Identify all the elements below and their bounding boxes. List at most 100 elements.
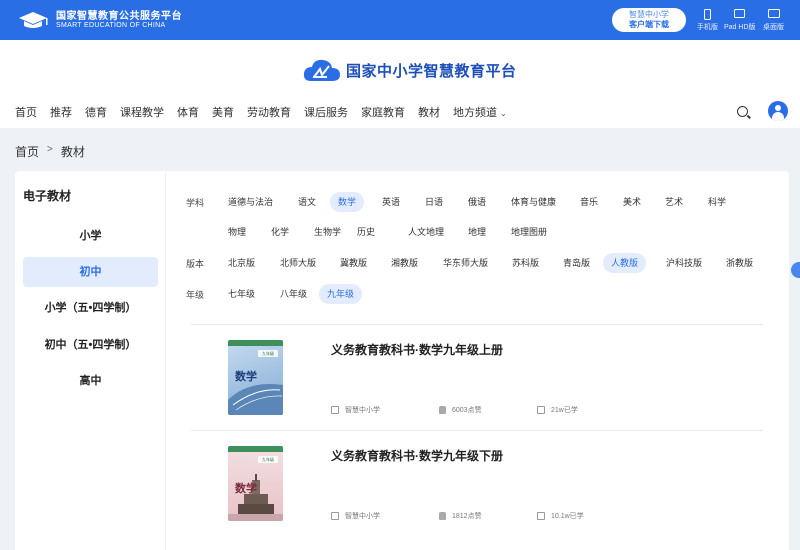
search-icon[interactable] (737, 106, 748, 117)
edition-chip[interactable]: 青岛版 (555, 253, 598, 273)
nav-recommend[interactable]: 推荐 (50, 104, 72, 120)
breadcrumb: 首页 > 教材 (15, 143, 85, 160)
breadcrumb-home[interactable]: 首页 (15, 143, 39, 160)
nav-local-channel[interactable]: 地方频道 ⌄ (453, 104, 507, 120)
thumbs-up-icon (439, 406, 446, 414)
book-card[interactable]: 数学 九年级 义务教育教科书·数学九年级上册 智慧中小学 6003点赞 21w已… (191, 325, 763, 430)
book-cover[interactable]: 数学 九年级 (228, 340, 283, 415)
nav-home[interactable]: 首页 (15, 104, 37, 120)
subject-chip[interactable]: 化学 (263, 222, 297, 242)
edition-chip[interactable]: 北师大版 (272, 253, 324, 273)
cover-title: 数学 (235, 482, 257, 495)
subject-chip[interactable]: 美术 (615, 192, 649, 212)
client-download-button[interactable]: 智慧中小学 客户端下载 (612, 8, 686, 32)
subject-chip[interactable]: 音乐 (572, 192, 606, 212)
nav-textbooks[interactable]: 教材 (418, 104, 440, 120)
book-card[interactable]: 数学 九年级 义务教育教科书·数学九年级下册 智慧中小学 1812点赞 10.1… (191, 431, 763, 536)
book-learners: 10.1w已学 (537, 511, 584, 521)
brand-logo-icon (16, 8, 50, 32)
subject-chip[interactable]: 日语 (417, 192, 451, 212)
cover-title: 数学 (235, 370, 257, 383)
edition-chip[interactable]: 沪科技版 (658, 253, 710, 273)
nav-arts[interactable]: 美育 (212, 104, 234, 120)
category-sidebar: 电子教材 小学 初中 小学（五•四学制） 初中（五•四学制） 高中 (15, 171, 165, 550)
thumbs-up-icon (439, 512, 446, 520)
grade-chip[interactable]: 八年级 (272, 284, 315, 304)
main-nav: 首页 推荐 德育 课程教学 体育 美育 劳动教育 课后服务 家庭教育 教材 地方… (15, 104, 520, 120)
nav-pe[interactable]: 体育 (177, 104, 199, 120)
book-source-label: 智慧中小学 (345, 407, 380, 414)
edition-chip[interactable]: 北京版 (220, 253, 263, 273)
book-title[interactable]: 义务教育教科书·数学九年级上册 (331, 341, 503, 358)
subject-chip[interactable]: 道德与法治 (220, 192, 281, 212)
book-source: 智慧中小学 (331, 511, 380, 521)
edition-chip[interactable]: 湘教版 (383, 253, 426, 273)
book-likes: 6003点赞 (439, 405, 482, 415)
subject-chip[interactable]: 俄语 (460, 192, 494, 212)
subject-chip[interactable]: 英语 (374, 192, 408, 212)
desktop-version-label: 桌面版 (763, 24, 784, 31)
site-logo[interactable]: 国家中小学智慧教育平台 (302, 55, 517, 85)
book-title[interactable]: 义务教育教科书·数学九年级下册 (331, 447, 503, 464)
edition-chip[interactable]: 冀教版 (332, 253, 375, 273)
nav-labor[interactable]: 劳动教育 (247, 104, 291, 120)
book-likes-count: 6003点赞 (452, 407, 482, 414)
learned-icon (537, 512, 545, 520)
sidebar-item-senior[interactable]: 高中 (23, 366, 158, 396)
nav-local-channel-label: 地方频道 (453, 107, 497, 119)
cover-grade-badge: 九年级 (262, 351, 274, 356)
nav-moral[interactable]: 德育 (85, 104, 107, 120)
book-source: 智慧中小学 (331, 405, 380, 415)
mobile-version-link[interactable]: 手机版 (697, 9, 718, 32)
sidebar-item-junior[interactable]: 初中 (23, 257, 158, 287)
top-bar: 国家智慧教育公共服务平台 SMART EDUCATION OF CHINA 智慧… (0, 0, 800, 40)
grade-filter-row: 年级 七年级 八年级 九年级 (186, 284, 776, 304)
subject-chip-selected[interactable]: 数学 (330, 192, 365, 212)
sidebar-item-primary-54[interactable]: 小学（五•四学制） (23, 293, 158, 323)
subject-filter-row-2: 物理 化学 生物学 历史 人文地理 地理 地理图册 (186, 222, 776, 242)
subject-chip[interactable]: 艺术 (657, 192, 691, 212)
book-source-label: 智慧中小学 (345, 513, 380, 520)
cloud-book-icon (303, 59, 340, 81)
brand-name-en: SMART EDUCATION OF CHINA (56, 21, 166, 29)
edition-chip[interactable]: 苏科版 (504, 253, 547, 273)
edition-chip[interactable]: 华东师大版 (435, 253, 496, 273)
edition-chip-selected[interactable]: 人教版 (603, 253, 647, 273)
subject-chip[interactable]: 地理 (460, 222, 494, 242)
tablet-icon (734, 9, 746, 18)
textbook-main: 学科 道德与法治 语文 数学 英语 日语 俄语 体育与健康 音乐 美术 艺术 科… (166, 171, 789, 550)
sidebar-item-junior-54[interactable]: 初中（五•四学制） (23, 330, 158, 360)
subject-chip[interactable]: 历史 (349, 222, 383, 242)
edition-chip[interactable]: 浙教版 (718, 253, 761, 273)
subject-chip[interactable]: 地理图册 (503, 222, 555, 242)
nav-family[interactable]: 家庭教育 (361, 104, 405, 120)
pad-version-link[interactable]: Pad HD版 (724, 9, 756, 32)
grade-chip-selected[interactable]: 九年级 (319, 284, 363, 304)
book-learners-count: 10.1w已学 (551, 513, 584, 520)
nav-after-school[interactable]: 课后服务 (304, 104, 348, 120)
book-cover[interactable]: 数学 九年级 (228, 446, 283, 521)
user-avatar[interactable] (768, 101, 788, 121)
floating-side-tab[interactable] (791, 262, 800, 278)
subject-chip[interactable]: 人文地理 (400, 222, 452, 242)
chevron-down-icon: ⌄ (500, 109, 507, 118)
subject-chip[interactable]: 体育与健康 (503, 192, 564, 212)
edition-label: 版本 (186, 259, 205, 269)
subject-chip[interactable]: 生物学 (306, 222, 349, 242)
site-header: 国家中小学智慧教育平台 首页 推荐 德育 课程教学 体育 美育 劳动教育 课后服… (0, 40, 800, 128)
nav-courses[interactable]: 课程教学 (120, 104, 164, 120)
brand[interactable]: 国家智慧教育公共服务平台 SMART EDUCATION OF CHINA (16, 8, 182, 32)
subject-chip[interactable]: 科学 (700, 192, 734, 212)
book-likes-count: 1812点赞 (452, 513, 482, 520)
book-likes: 1812点赞 (439, 511, 482, 521)
grade-label: 年级 (186, 290, 205, 300)
subject-chip[interactable]: 语文 (290, 192, 324, 212)
subject-filter-row: 学科 道德与法治 语文 数学 英语 日语 俄语 体育与健康 音乐 美术 艺术 科… (186, 192, 776, 212)
desktop-version-link[interactable]: 桌面版 (763, 9, 784, 32)
source-icon (331, 406, 339, 414)
learned-icon (537, 406, 545, 414)
grade-chip[interactable]: 七年级 (220, 284, 263, 304)
pad-version-label: Pad HD版 (724, 24, 756, 31)
sidebar-item-primary[interactable]: 小学 (23, 221, 158, 251)
subject-chip[interactable]: 物理 (220, 222, 254, 242)
